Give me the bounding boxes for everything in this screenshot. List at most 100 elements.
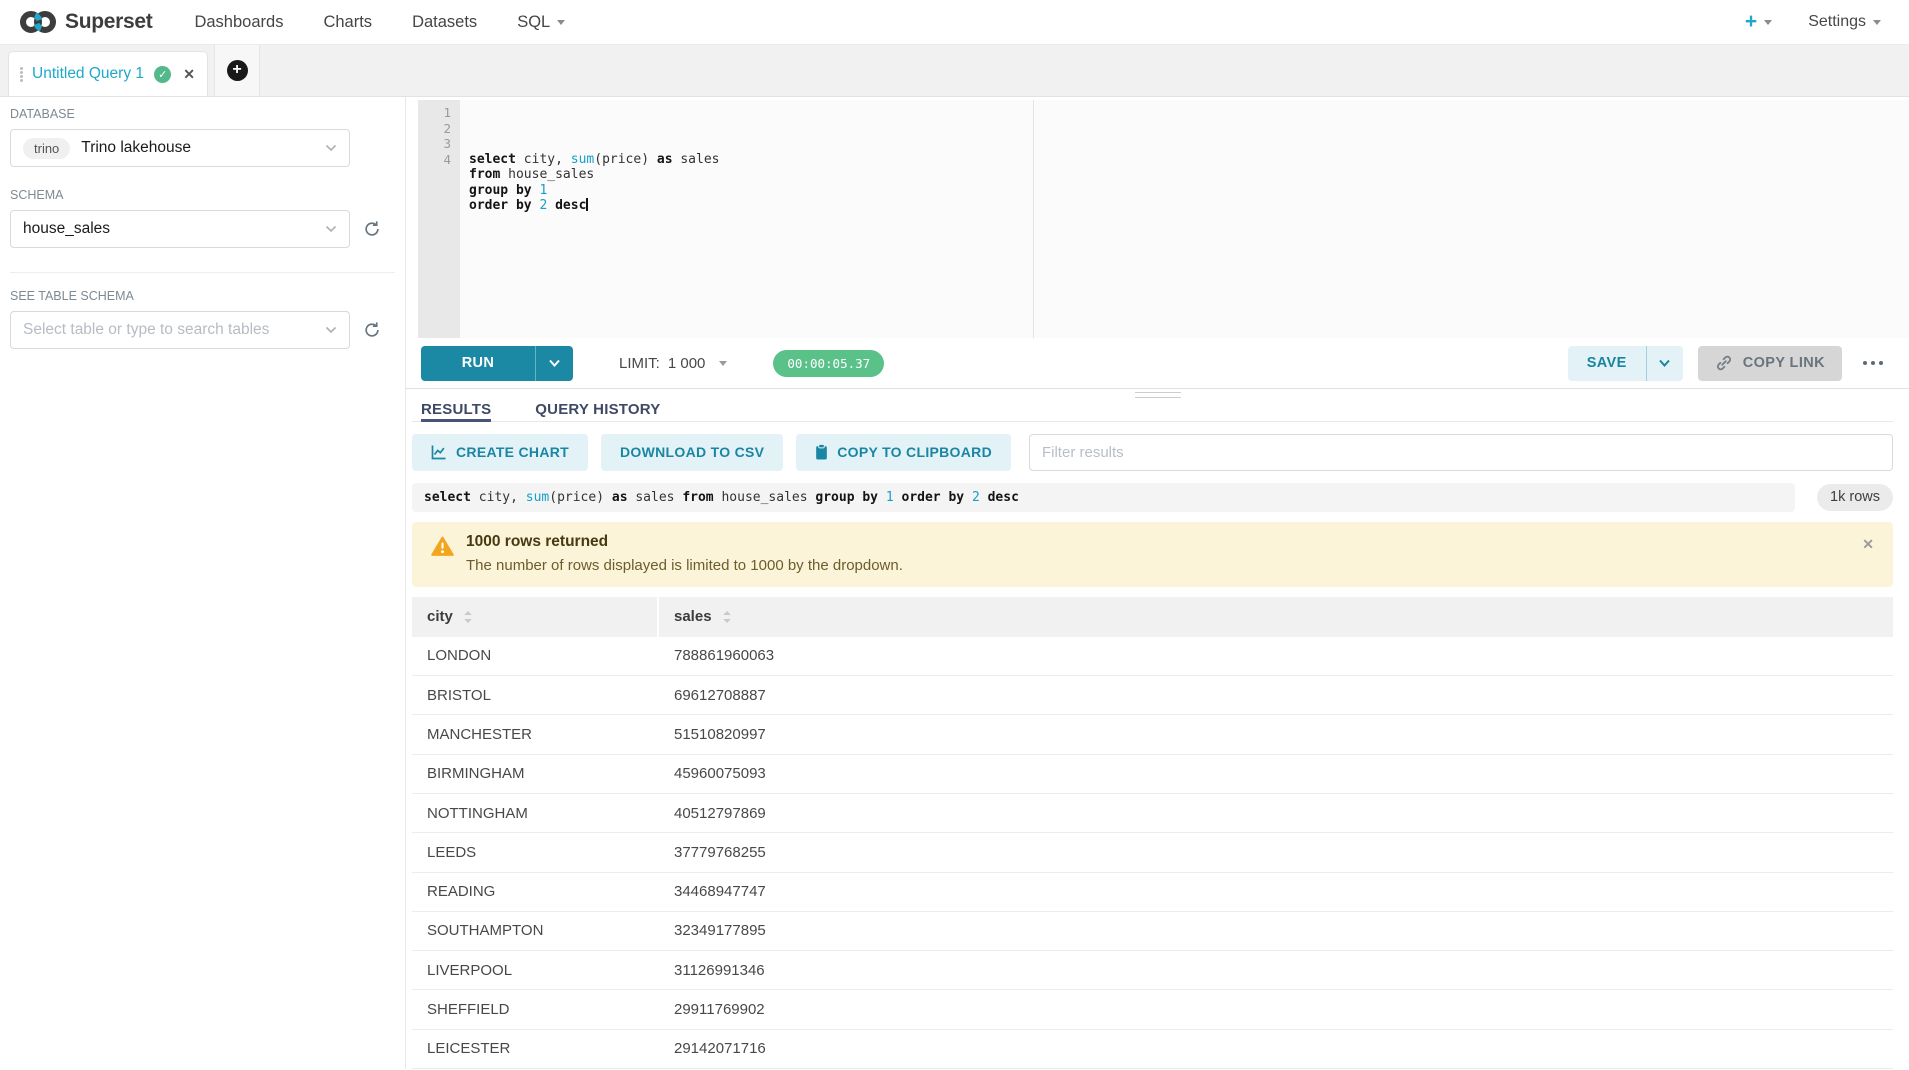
sales-cell: 34468947747 xyxy=(659,883,1893,900)
copy-link-button[interactable]: COPY LINK xyxy=(1698,346,1842,381)
sql-editor-line[interactable]: select city, sum(price) as sales xyxy=(469,152,1909,168)
query-tab-bar: Untitled Query 1 ✓ ✕ + xyxy=(0,45,1909,97)
sql-editor-line[interactable]: group by 1 xyxy=(469,183,1909,199)
save-button[interactable]: SAVE xyxy=(1568,346,1646,381)
settings-menu[interactable]: Settings xyxy=(1808,13,1881,31)
column-header-sales[interactable]: sales xyxy=(659,597,1893,637)
create-chart-button[interactable]: CREATE CHART xyxy=(412,434,588,471)
run-button-group: RUN xyxy=(421,346,573,381)
chevron-down-icon xyxy=(557,20,565,25)
table-row: SOUTHAMPTON32349177895 xyxy=(412,912,1893,951)
splitter-drag-handle[interactable] xyxy=(1135,392,1181,398)
table-row: MANCHESTER51510820997 xyxy=(412,715,1893,754)
sales-cell: 31126991346 xyxy=(659,962,1893,979)
print-margin-line xyxy=(1033,100,1034,338)
sales-cell: 37779768255 xyxy=(659,844,1893,861)
results-table-body: LONDON788861960063BRISTOL69612708887MANC… xyxy=(412,637,1893,1069)
results-pane: RESULTS QUERY HISTORY CREATE CHART DOWNL… xyxy=(406,399,1909,1069)
clipboard-icon xyxy=(815,444,828,460)
nav-item-datasets[interactable]: Datasets xyxy=(412,13,477,32)
copy-to-clipboard-button[interactable]: COPY TO CLIPBOARD xyxy=(796,434,1011,471)
run-button[interactable]: RUN xyxy=(421,346,535,381)
main-split: DATABASE trino Trino lakehouse SCHEMA ho… xyxy=(0,97,1909,1069)
copy-to-clipboard-label: COPY TO CLIPBOARD xyxy=(837,444,992,460)
sidebar-divider xyxy=(10,272,395,273)
sales-cell: 45960075093 xyxy=(659,765,1893,782)
download-csv-button[interactable]: DOWNLOAD TO CSV xyxy=(601,434,783,471)
drag-handle-icon[interactable] xyxy=(20,67,23,70)
table-row: LEEDS37779768255 xyxy=(412,833,1893,872)
table-select-placeholder: Select table or type to search tables xyxy=(23,321,314,339)
city-cell: LEEDS xyxy=(412,844,659,861)
city-cell: READING xyxy=(412,883,659,900)
filter-results-input[interactable] xyxy=(1029,434,1893,471)
more-options-button[interactable] xyxy=(1857,358,1889,368)
city-cell: NOTTINGHAM xyxy=(412,805,659,822)
save-button-group: SAVE xyxy=(1568,346,1683,381)
city-cell: LIVERPOOL xyxy=(412,962,659,979)
schema-select-value: house_sales xyxy=(23,220,314,238)
executed-query-preview: select city, sum(price) as sales from ho… xyxy=(412,483,1795,512)
city-cell: LEICESTER xyxy=(412,1040,659,1057)
sales-cell: 51510820997 xyxy=(659,726,1893,743)
save-options-button[interactable] xyxy=(1646,346,1683,381)
nav-item-charts[interactable]: Charts xyxy=(323,13,372,32)
database-select-value: Trino lakehouse xyxy=(81,139,314,157)
results-table-header: city sales xyxy=(412,597,1893,637)
see-table-schema-label: SEE TABLE SCHEMA xyxy=(10,289,405,303)
query-preview-row: select city, sum(price) as sales from ho… xyxy=(412,483,1893,512)
limit-dropdown[interactable]: LIMIT: 1 000 xyxy=(619,355,727,372)
run-options-button[interactable] xyxy=(535,346,573,381)
nav-item-sql-label: SQL xyxy=(517,13,550,32)
editor-code-area[interactable]: select city, sum(price) as salesfrom hou… xyxy=(460,100,1909,338)
database-select[interactable]: trino Trino lakehouse xyxy=(10,129,350,167)
close-alert-button[interactable]: ✕ xyxy=(1862,536,1874,553)
editor-toolbar: RUN LIMIT: 1 000 00:00:05.37 SAVE xyxy=(406,338,1909,388)
alert-message: The number of rows displayed is limited … xyxy=(466,557,903,574)
city-cell: BIRMINGHAM xyxy=(412,765,659,782)
nav-item-sql[interactable]: SQL xyxy=(517,13,565,32)
close-tab-button[interactable]: ✕ xyxy=(183,66,195,83)
alert-text: 1000 rows returned The number of rows di… xyxy=(466,533,903,574)
table-select[interactable]: Select table or type to search tables xyxy=(10,311,350,349)
new-tab-segment: + xyxy=(214,45,260,96)
query-tab-active[interactable]: Untitled Query 1 ✓ ✕ xyxy=(8,51,208,96)
refresh-schemas-icon[interactable] xyxy=(363,220,381,238)
chevron-down-icon xyxy=(325,144,337,152)
city-cell: SOUTHAMPTON xyxy=(412,922,659,939)
sql-editor-line[interactable]: from house_sales xyxy=(469,167,1909,183)
schema-label: SCHEMA xyxy=(10,188,405,202)
download-csv-label: DOWNLOAD TO CSV xyxy=(620,444,764,460)
brand-name: Superset xyxy=(65,10,152,34)
sales-cell: 69612708887 xyxy=(659,687,1893,704)
add-tab-button[interactable]: + xyxy=(227,60,248,81)
database-engine-badge: trino xyxy=(23,138,70,159)
superset-logo[interactable]: Superset xyxy=(18,9,152,35)
nav-item-dashboards[interactable]: Dashboards xyxy=(194,13,283,32)
nav-items: Dashboards Charts Datasets SQL xyxy=(194,13,565,32)
plus-icon: + xyxy=(1745,10,1757,34)
limit-label: LIMIT: xyxy=(619,355,660,372)
tab-query-history[interactable]: QUERY HISTORY xyxy=(535,399,660,421)
alert-title: 1000 rows returned xyxy=(466,533,903,551)
sql-editor-line[interactable]: order by 2 desc xyxy=(469,198,1909,214)
rows-limit-alert: 1000 rows returned The number of rows di… xyxy=(412,522,1893,587)
chevron-down-icon xyxy=(325,225,337,233)
sql-editor[interactable]: 1234 select city, sum(price) as salesfro… xyxy=(418,100,1909,338)
column-header-city[interactable]: city xyxy=(412,597,659,637)
create-chart-label: CREATE CHART xyxy=(456,444,569,460)
chart-icon xyxy=(431,444,447,460)
results-tab-bar: RESULTS QUERY HISTORY xyxy=(412,399,1893,422)
gutter-line-number: 3 xyxy=(418,136,451,152)
toolbar-right: SAVE COPY LINK xyxy=(1568,346,1889,381)
chevron-down-icon xyxy=(1764,20,1772,25)
refresh-tables-icon[interactable] xyxy=(363,321,381,339)
sort-icon xyxy=(722,610,732,624)
sales-cell: 29911769902 xyxy=(659,1001,1893,1018)
tab-results[interactable]: RESULTS xyxy=(421,399,491,421)
schema-select[interactable]: house_sales xyxy=(10,210,350,248)
superset-infinity-icon xyxy=(18,9,58,35)
new-item-button[interactable]: + xyxy=(1745,10,1772,34)
gutter-line-number: 1 xyxy=(418,105,451,121)
query-tab-label: Untitled Query 1 xyxy=(32,65,145,83)
